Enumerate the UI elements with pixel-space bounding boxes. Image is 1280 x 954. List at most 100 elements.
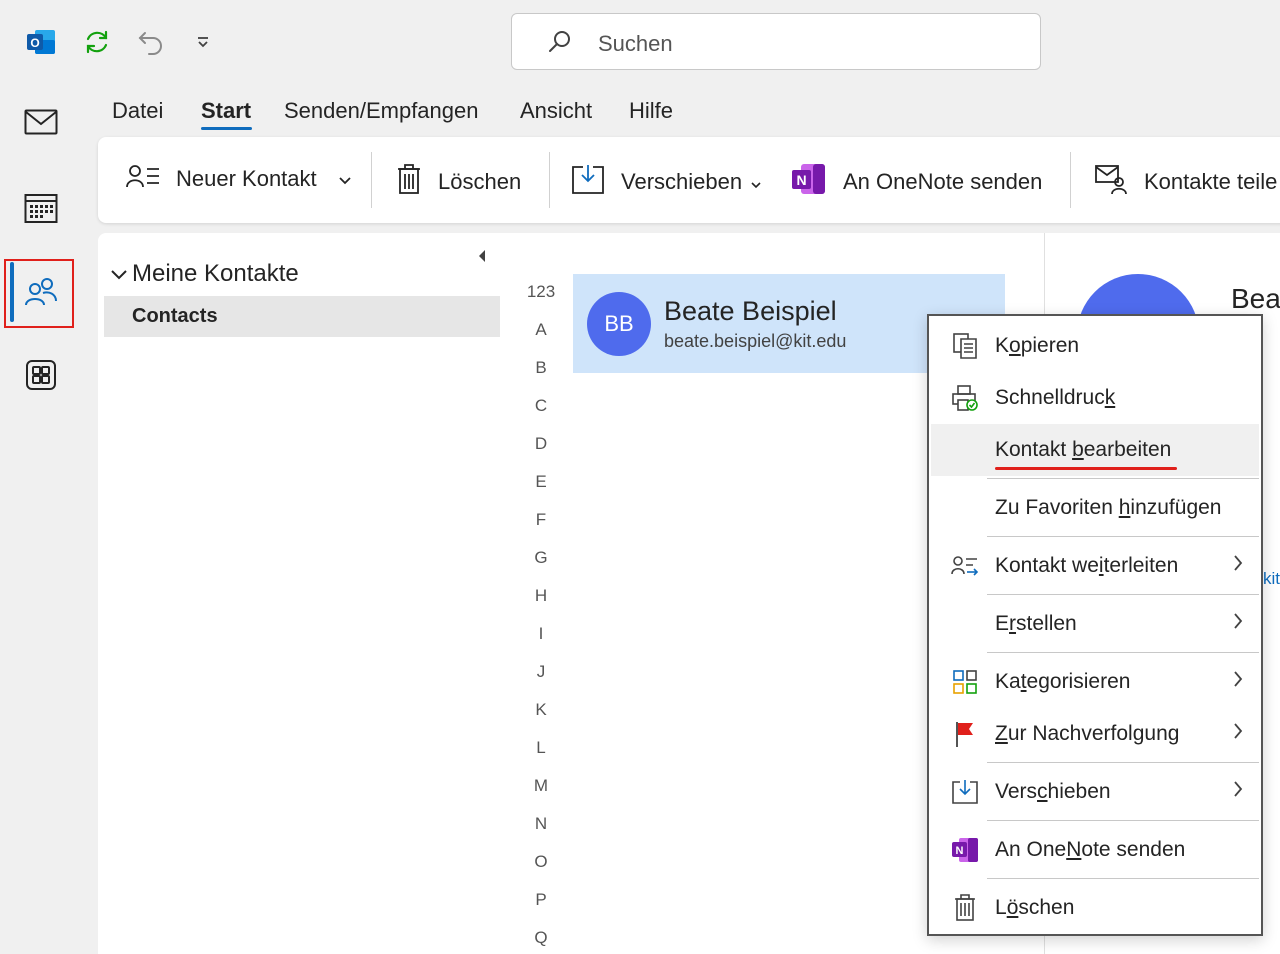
search-placeholder: Suchen [598, 31, 673, 56]
alphabet-letter[interactable]: G [508, 548, 574, 568]
svg-text:N: N [956, 845, 964, 857]
alphabet-letter[interactable]: C [508, 396, 574, 416]
menu-item-follow-up[interactable]: Zur Nachverfolgung [931, 708, 1259, 760]
alphabet-letter[interactable]: K [508, 700, 574, 720]
share-contacts-icon [1094, 163, 1128, 201]
undo-icon[interactable] [134, 24, 168, 60]
menu-item-create[interactable]: Erstellen [931, 598, 1259, 650]
quick-print-icon [951, 384, 979, 412]
alphabet-letter[interactable]: D [508, 434, 574, 454]
ribbon: Neuer Kontakt Löschen Verschieben N An O… [98, 137, 1280, 223]
avatar: BB [587, 292, 651, 356]
rail-apps-button[interactable] [10, 345, 72, 409]
categorize-icon [951, 668, 979, 696]
alphabet-letter[interactable]: M [508, 776, 574, 796]
menu-item-copy[interactable]: Kopieren [931, 320, 1259, 372]
menu-separator [987, 762, 1259, 763]
search-box[interactable]: Suchen [511, 13, 1041, 70]
new-contact-dropdown-icon[interactable] [338, 173, 352, 191]
delete-button[interactable]: Löschen [396, 163, 521, 201]
menu-item-onenote[interactable]: N An OneNote senden [931, 824, 1259, 876]
ribbon-separator [1070, 152, 1071, 208]
calendar-icon [24, 192, 58, 229]
rail-calendar-button[interactable] [10, 178, 72, 242]
menu-item-add-favorites[interactable]: Zu Favoriten hinzufügen [931, 482, 1259, 534]
new-contact-button[interactable]: Neuer Kontakt [126, 163, 317, 195]
alphabet-letter[interactable]: E [508, 472, 574, 492]
apps-icon [25, 359, 57, 396]
onenote-label: An OneNote senden [843, 169, 1043, 194]
alphabet-letter[interactable]: N [508, 814, 574, 834]
move-icon [951, 778, 979, 806]
alphabet-letter[interactable]: 123 [508, 282, 574, 302]
folder-contacts[interactable]: Contacts [104, 296, 500, 337]
svg-text:O: O [30, 36, 39, 50]
folder-pane: Meine Kontakte Contacts [98, 233, 508, 954]
move-dropdown-icon[interactable] [750, 169, 762, 195]
rail-people-button[interactable] [10, 262, 72, 326]
new-contact-icon [126, 163, 160, 195]
my-contacts-group[interactable]: Meine Kontakte [110, 260, 299, 288]
move-icon [571, 163, 605, 201]
tab-start[interactable]: Start [201, 98, 251, 124]
alphabet-letter[interactable]: J [508, 662, 574, 682]
alphabet-letter[interactable]: F [508, 510, 574, 530]
folder-contacts-label: Contacts [132, 305, 218, 327]
menu-separator [987, 536, 1259, 537]
customize-toolbar-icon[interactable] [186, 24, 220, 60]
reading-contact-email[interactable]: kit [1263, 569, 1280, 589]
context-menu: Kopieren Schnelldruck Kontakt bearbeiten… [927, 314, 1263, 936]
tab-datei[interactable]: Datei [112, 98, 163, 124]
ribbon-separator [371, 152, 372, 208]
menu-separator [987, 478, 1259, 479]
chevron-right-icon [1233, 554, 1243, 577]
share-contacts-label: Kontakte teile [1144, 169, 1278, 194]
alphabet-letter[interactable]: L [508, 738, 574, 758]
contact-name: Beate Beispiel [664, 296, 837, 326]
trash-icon [396, 163, 422, 201]
menu-item-move[interactable]: Verschieben [931, 766, 1259, 818]
onenote-icon: N [791, 163, 827, 201]
move-button[interactable]: Verschieben [571, 163, 762, 201]
delete-label: Löschen [438, 169, 522, 194]
alphabet-letter[interactable]: H [508, 586, 574, 606]
highlight-underline [995, 467, 1177, 470]
alphabet-letter[interactable]: P [508, 890, 574, 910]
move-label: Verschieben [621, 169, 743, 194]
collapse-pane-icon[interactable] [476, 248, 488, 269]
alphabet-letter[interactable]: O [508, 852, 574, 872]
mail-icon [24, 109, 58, 140]
rail-mail-button[interactable] [10, 92, 72, 156]
my-contacts-label: Meine Kontakte [132, 260, 299, 287]
alphabet-letter[interactable]: A [508, 320, 574, 340]
alphabet-letter[interactable]: I [508, 624, 574, 644]
trash-icon [951, 894, 979, 922]
menu-separator [987, 878, 1259, 879]
outlook-logo-icon: O [24, 24, 58, 60]
active-tab-underline [201, 127, 252, 130]
onenote-button[interactable]: N An OneNote senden [791, 163, 1042, 201]
menu-separator [987, 594, 1259, 595]
flag-icon [951, 720, 979, 748]
forward-contact-icon [951, 552, 979, 580]
reading-contact-name: Bea [1231, 283, 1280, 314]
people-icon [23, 276, 59, 313]
chevron-right-icon [1233, 670, 1243, 693]
share-contacts-button[interactable]: Kontakte teile [1094, 163, 1277, 201]
menu-item-categorize[interactable]: Kategorisieren [931, 656, 1259, 708]
menu-item-forward-contact[interactable]: Kontakt weiterleiten [931, 540, 1259, 592]
alphabet-letter[interactable]: B [508, 358, 574, 378]
alphabet-letter[interactable]: Q [508, 928, 574, 948]
chevron-right-icon [1233, 780, 1243, 803]
tab-ansicht[interactable]: Ansicht [520, 98, 592, 124]
menu-item-delete[interactable]: Löschen [931, 882, 1259, 934]
sync-icon[interactable] [80, 24, 114, 60]
copy-icon [951, 332, 979, 360]
tab-hilfe[interactable]: Hilfe [629, 98, 673, 124]
menu-item-edit-contact[interactable]: Kontakt bearbeiten [931, 424, 1259, 476]
tab-senden-empfangen[interactable]: Senden/Empfangen [284, 98, 479, 124]
chevron-right-icon [1233, 612, 1243, 635]
chevron-down-icon [110, 260, 128, 288]
ribbon-separator [549, 152, 550, 208]
menu-item-quick-print[interactable]: Schnelldruck [931, 372, 1259, 424]
